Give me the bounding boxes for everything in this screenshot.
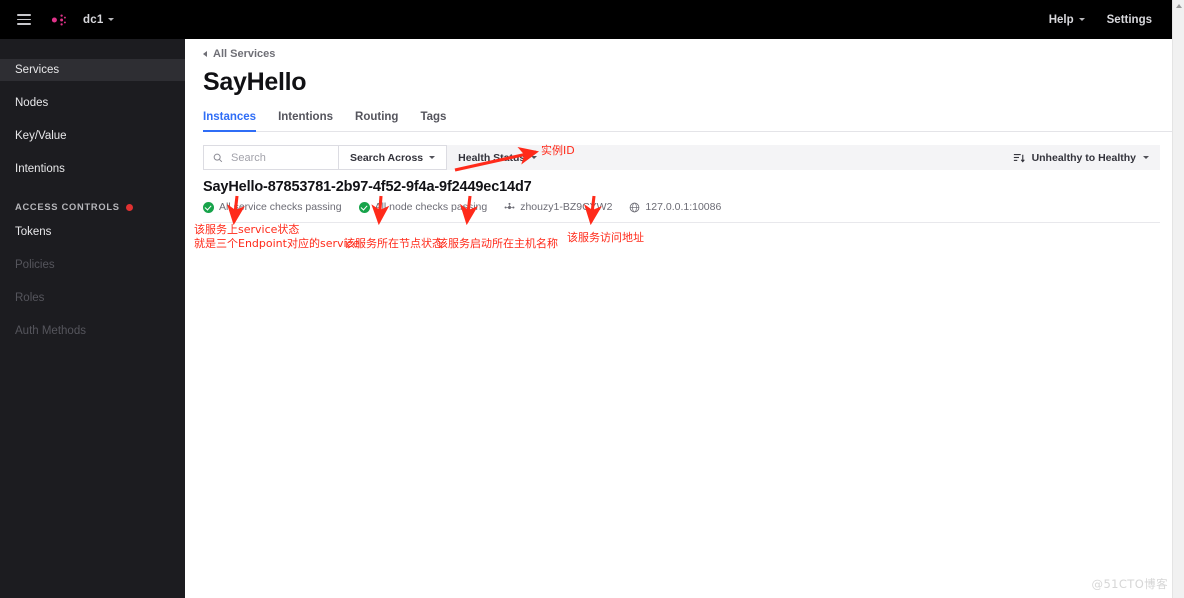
node-icon bbox=[504, 202, 515, 209]
health-status-label: Health Status bbox=[458, 151, 526, 164]
consul-logo-icon[interactable] bbox=[43, 8, 67, 32]
search-input[interactable] bbox=[229, 150, 329, 165]
annotation-instance-id: 实例ID bbox=[541, 144, 575, 157]
datacenter-selector[interactable]: dc1 bbox=[83, 13, 115, 26]
tab-tags[interactable]: Tags bbox=[420, 111, 446, 132]
sidebar-item-label: Roles bbox=[15, 292, 45, 304]
annotation-address: 该服务访问地址 bbox=[567, 231, 644, 244]
node-name-label: zhouzy1-BZ9CYW2 bbox=[520, 201, 613, 213]
sidebar-item-label: Key/Value bbox=[15, 130, 67, 142]
breadcrumb-all-services[interactable]: All Services bbox=[203, 48, 275, 60]
tab-label: Intentions bbox=[278, 111, 334, 123]
sidebar-section-label: ACCESS CONTROLS bbox=[15, 202, 120, 212]
service-checks-status: All service checks passing bbox=[203, 201, 342, 213]
sidebar-item-nodes[interactable]: Nodes bbox=[0, 92, 185, 114]
node-checks-status: All node checks passing bbox=[358, 201, 488, 213]
address-label: 127.0.0.1:10086 bbox=[645, 201, 722, 213]
annotation-service-status-line1: 该服务上service状态 bbox=[194, 223, 300, 236]
instance-id[interactable]: SayHello-87853781-2b97-4f52-9f4a-9f2449e… bbox=[203, 179, 1160, 195]
service-checks-label: All service checks passing bbox=[219, 201, 342, 213]
sidebar-section-access-controls: ACCESS CONTROLS bbox=[0, 197, 185, 217]
breadcrumb-label: All Services bbox=[213, 48, 276, 60]
chevron-down-icon bbox=[108, 18, 115, 21]
search-field-wrapper[interactable] bbox=[204, 146, 338, 169]
annotation-node-status: 该服务所在节点状态 bbox=[344, 237, 443, 250]
sidebar-item-key-value[interactable]: Key/Value bbox=[0, 125, 185, 147]
tab-routing[interactable]: Routing bbox=[355, 111, 398, 132]
chevron-down-icon bbox=[1143, 156, 1149, 159]
sidebar-item-label: Tokens bbox=[15, 226, 52, 238]
sidebar-item-label: Services bbox=[15, 64, 60, 76]
address-field: 127.0.0.1:10086 bbox=[629, 201, 721, 213]
search-filter-group: Search Across bbox=[203, 145, 448, 170]
hamburger-menu-icon[interactable] bbox=[17, 14, 31, 25]
datacenter-label: dc1 bbox=[83, 13, 104, 26]
tab-bar: Instances Intentions Routing Tags bbox=[203, 111, 1172, 132]
sidebar-item-policies: Policies bbox=[0, 254, 185, 276]
annotation-host-name: 该服务启动所在主机名称 bbox=[437, 237, 558, 250]
sidebar-item-intentions[interactable]: Intentions bbox=[0, 158, 185, 180]
top-bar-right-group: Help Settings bbox=[1049, 14, 1152, 26]
vertical-scrollbar[interactable] bbox=[1172, 0, 1184, 598]
chevron-down-icon bbox=[429, 156, 436, 159]
node-checks-label: All node checks passing bbox=[374, 201, 488, 213]
watermark-text: @51CTO博客 bbox=[1091, 577, 1168, 591]
instance-list-item[interactable]: SayHello-87853781-2b97-4f52-9f4a-9f2449e… bbox=[203, 170, 1160, 223]
tab-label: Instances bbox=[203, 111, 257, 123]
page-title: SayHello bbox=[203, 68, 307, 96]
sidebar-item-auth-methods: Auth Methods bbox=[0, 320, 185, 342]
sidebar-item-tokens[interactable]: Tokens bbox=[0, 221, 185, 243]
tab-label: Routing bbox=[355, 111, 399, 123]
node-name-field: zhouzy1-BZ9CYW2 bbox=[504, 201, 612, 213]
sort-label: Unhealthy to Healthy bbox=[1031, 151, 1136, 164]
check-circle-icon bbox=[203, 201, 214, 213]
scroll-up-arrow-icon[interactable] bbox=[1176, 4, 1182, 8]
search-across-dropdown[interactable]: Search Across bbox=[339, 146, 447, 169]
settings-link[interactable]: Settings bbox=[1107, 14, 1152, 26]
sidebar-item-roles: Roles bbox=[0, 287, 185, 309]
tab-instances[interactable]: Instances bbox=[203, 111, 257, 132]
annotation-service-status-line2: 就是三个Endpoint对应的service bbox=[194, 237, 360, 250]
chevron-left-icon bbox=[203, 51, 207, 57]
top-navigation-bar: dc1 Help Settings bbox=[0, 0, 1172, 39]
consul-ui-window: dc1 Help Settings Services Nodes Key/Val… bbox=[0, 0, 1184, 598]
search-icon bbox=[213, 153, 223, 162]
health-status-dropdown[interactable]: Health Status bbox=[447, 145, 548, 170]
sort-dropdown[interactable]: Unhealthy to Healthy bbox=[1013, 145, 1160, 170]
help-label: Help bbox=[1048, 13, 1074, 26]
sort-icon bbox=[1013, 153, 1025, 162]
help-menu[interactable]: Help bbox=[1049, 14, 1085, 26]
sidebar-item-label: Auth Methods bbox=[15, 325, 86, 337]
search-across-label: Search Across bbox=[350, 151, 424, 164]
globe-icon bbox=[630, 202, 640, 212]
check-circle-icon bbox=[358, 201, 370, 213]
red-dot-badge-icon bbox=[125, 203, 133, 211]
tab-intentions[interactable]: Intentions bbox=[278, 111, 333, 132]
instance-metadata-row: All service checks passing All node chec… bbox=[203, 201, 1160, 213]
main-content-area: All Services SayHello Instances Intentio… bbox=[185, 39, 1172, 598]
chevron-down-icon bbox=[531, 156, 538, 159]
tab-label: Tags bbox=[420, 111, 447, 123]
chevron-down-icon bbox=[1078, 18, 1085, 21]
sidebar-item-label: Policies bbox=[15, 259, 55, 271]
sidebar-item-services[interactable]: Services bbox=[0, 59, 185, 81]
sidebar-item-label: Nodes bbox=[15, 97, 49, 109]
sidebar-navigation: Services Nodes Key/Value Intentions ACCE… bbox=[0, 39, 185, 598]
sidebar-item-label: Intentions bbox=[15, 163, 65, 175]
filter-toolbar: Search Across Health Status Unhealthy to… bbox=[203, 145, 1160, 170]
settings-label: Settings bbox=[1106, 13, 1152, 26]
